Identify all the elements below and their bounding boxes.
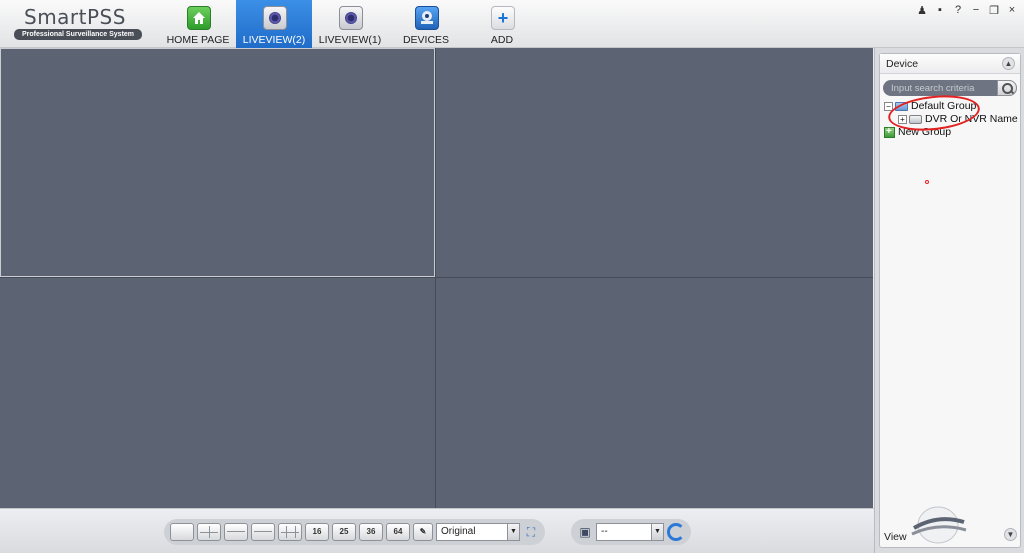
nav-liveview-2[interactable]: LIVEVIEW(2) bbox=[236, 0, 312, 48]
devices-icon bbox=[415, 6, 439, 30]
refresh-icon[interactable] bbox=[667, 523, 685, 541]
nav-label: DEVICES bbox=[402, 34, 450, 46]
video-pane-1[interactable] bbox=[0, 48, 435, 277]
chevron-down-icon: ▼ bbox=[507, 524, 519, 540]
split-25-button[interactable]: 25 bbox=[332, 523, 356, 541]
view-section-label[interactable]: View bbox=[884, 531, 907, 543]
split-8-button[interactable] bbox=[251, 523, 275, 541]
main-nav: HOME PAGE LIVEVIEW(2) LIVEVIEW(1) DEVICE… bbox=[160, 0, 540, 48]
custom-split-pen-icon[interactable]: ✎ bbox=[413, 523, 433, 541]
nav-label: ADD bbox=[490, 34, 514, 46]
nav-label: LIVEVIEW(2) bbox=[242, 34, 306, 46]
grid-divider bbox=[0, 277, 873, 278]
minimize-icon[interactable]: − bbox=[970, 4, 982, 17]
lock-icon[interactable]: ▪ bbox=[934, 4, 946, 17]
layout-toolbar: 16 25 36 64 ✎ Original ▼ ⛶ bbox=[164, 519, 545, 545]
saved-view-value: -- bbox=[601, 526, 608, 537]
annotation-dot bbox=[925, 180, 929, 184]
save-icon[interactable]: ▣ bbox=[577, 524, 593, 540]
split-16-button[interactable]: 16 bbox=[305, 523, 329, 541]
split-36-button[interactable]: 36 bbox=[359, 523, 383, 541]
nav-devices[interactable]: DEVICES bbox=[388, 0, 464, 48]
app-logo: SmartPSS Professional Surveillance Syste… bbox=[14, 5, 144, 41]
search-icon[interactable] bbox=[997, 80, 1017, 96]
chevron-up-icon[interactable]: ▲ bbox=[1002, 57, 1015, 70]
camera-icon bbox=[263, 6, 287, 30]
aspect-ratio-select[interactable]: Original ▼ bbox=[436, 523, 520, 541]
help-icon[interactable]: ? bbox=[952, 4, 964, 17]
split-64-button[interactable]: 64 bbox=[386, 523, 410, 541]
split-6-button[interactable] bbox=[224, 523, 248, 541]
device-search bbox=[883, 80, 1017, 96]
user-icon[interactable]: ♟ bbox=[916, 4, 928, 17]
split-9-button[interactable] bbox=[278, 523, 302, 541]
globe-logo-icon bbox=[911, 506, 967, 544]
logo-subtitle: Professional Surveillance System bbox=[14, 29, 142, 40]
nav-label: HOME PAGE bbox=[166, 34, 230, 46]
fullscreen-icon[interactable]: ⛶ bbox=[523, 524, 539, 540]
saved-view-select[interactable]: -- ▼ bbox=[596, 523, 664, 541]
split-1-button[interactable] bbox=[170, 523, 194, 541]
nav-home-page[interactable]: HOME PAGE bbox=[160, 0, 236, 48]
top-bar: SmartPSS Professional Surveillance Syste… bbox=[0, 0, 1024, 48]
new-group-icon bbox=[884, 125, 895, 138]
view-save-toolbar: ▣ -- ▼ bbox=[571, 519, 691, 545]
nav-label: LIVEVIEW(1) bbox=[318, 34, 382, 46]
grid-divider bbox=[435, 48, 436, 508]
nav-liveview-1[interactable]: LIVEVIEW(1) bbox=[312, 0, 388, 48]
logo-text: SmartPSS bbox=[24, 5, 126, 29]
bottom-toolbar: 16 25 36 64 ✎ Original ▼ ⛶ ▣ -- ▼ bbox=[0, 508, 874, 553]
split-4-button[interactable] bbox=[197, 523, 221, 541]
nav-add[interactable]: + ADD bbox=[464, 0, 540, 48]
chevron-down-icon: ▼ bbox=[651, 524, 663, 540]
aspect-ratio-value: Original bbox=[441, 526, 476, 537]
home-icon bbox=[187, 6, 211, 30]
video-grid bbox=[0, 48, 873, 508]
plus-icon: + bbox=[491, 6, 515, 30]
device-search-input[interactable] bbox=[891, 81, 995, 95]
close-icon[interactable]: × bbox=[1006, 4, 1018, 17]
video-pane-4[interactable] bbox=[436, 278, 873, 508]
camera-icon bbox=[339, 6, 363, 30]
window-controls: ♟ ▪ ? − ❐ × bbox=[916, 4, 1018, 17]
device-panel-title: Device bbox=[886, 58, 919, 70]
video-pane-2[interactable] bbox=[436, 48, 873, 277]
device-panel-header[interactable]: Device ▲ bbox=[880, 54, 1020, 74]
video-pane-3[interactable] bbox=[0, 278, 435, 508]
restore-icon[interactable]: ❐ bbox=[988, 4, 1000, 17]
chevron-down-icon[interactable]: ▼ bbox=[1004, 528, 1017, 541]
